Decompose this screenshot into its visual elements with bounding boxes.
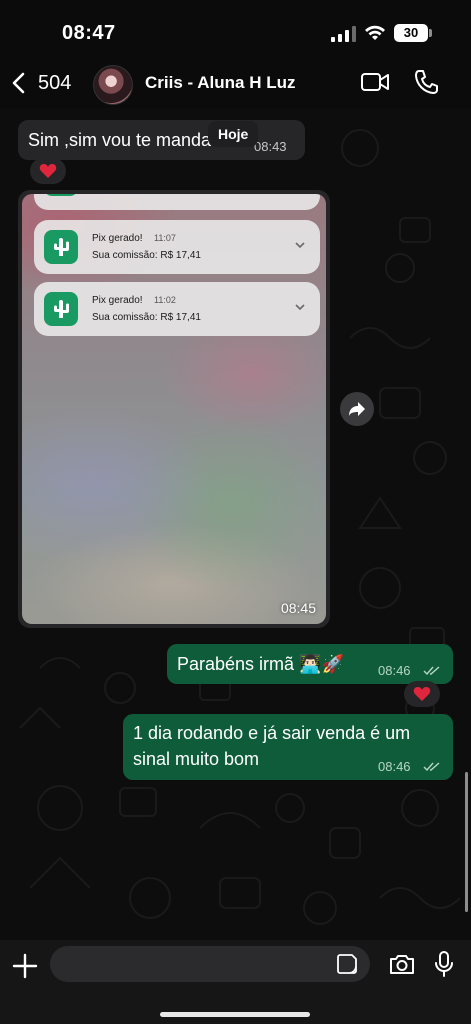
notification-time: 11:07 [154,233,176,243]
wifi-icon [365,25,385,40]
back-button[interactable]: 504 [10,68,80,98]
chevron-left-icon [12,72,25,94]
read-receipt-icon [423,762,440,772]
contact-name[interactable]: Criis - Aluna H Luz [145,73,296,93]
outgoing-message[interactable]: 1 dia rodando e já sair venda é um sinal… [123,714,453,780]
unread-count: 504 [38,71,72,94]
notification-time: 11:02 [154,295,176,305]
phone-call-icon[interactable] [413,68,439,96]
notification-partial [34,194,320,210]
outgoing-message[interactable]: Parabéns irmã 👨🏻‍💻🚀 08:46 [167,644,453,684]
scrollbar[interactable] [465,772,468,912]
date-chip: Hoje [208,121,259,147]
notification-card: Pix gerado! 11:07 Sua comissão: R$ 17,41 [34,220,320,274]
notification-card: Pix gerado! 11:02 Sua comissão: R$ 17,41 [34,282,320,336]
chat-area[interactable]: Sim ,sim vou te mandar 08:43 Hoje Pix ge… [0,108,471,940]
notification-subtitle: Sua comissão: R$ 17,41 [92,312,201,323]
microphone-icon[interactable] [434,950,454,978]
notification-title: Pix gerado! [92,295,143,306]
status-bar: 08:47 30 [0,0,471,58]
reaction-badge[interactable] [30,158,66,184]
media-time: 08:45 [280,600,316,616]
heart-icon [413,687,431,701]
battery-tip [429,29,432,37]
forward-icon [349,402,365,416]
notification-subtitle: Sua comissão: R$ 17,41 [92,250,201,261]
message-text: Parabéns irmã 👨🏻‍💻🚀 [177,654,344,674]
chevron-down-icon [295,304,305,311]
home-indicator [160,1012,310,1017]
chat-header: 504 Criis - Aluna H Luz [0,58,471,108]
incoming-message[interactable]: Sim ,sim vou te mandar 08:43 [18,120,305,160]
chevron-down-icon [295,242,305,249]
message-time: 08:46 [378,663,411,678]
read-receipt-icon [423,666,440,676]
incoming-media-message[interactable]: Pix gerado! 11:07 Sua comissão: R$ 17,41… [18,190,330,628]
message-time: 08:46 [378,759,411,774]
input-bar [0,940,471,1024]
sticker-icon[interactable] [336,953,358,975]
screenshot-image[interactable]: Pix gerado! 11:07 Sua comissão: R$ 17,41… [22,194,326,624]
app-icon [44,194,78,196]
plus-icon[interactable] [12,953,38,979]
forward-button[interactable] [340,392,374,426]
status-time: 08:47 [62,22,116,44]
reaction-badge[interactable] [404,681,440,707]
video-call-icon[interactable] [360,70,390,94]
camera-icon[interactable] [388,952,416,976]
message-input[interactable] [50,946,370,982]
notification-title: Pix gerado! [92,233,143,244]
heart-icon [39,164,57,178]
battery-indicator: 30 [394,24,428,42]
cellular-signal-icon [331,26,356,42]
cactus-app-icon [44,230,78,264]
message-time: 08:43 [254,139,287,154]
cactus-app-icon [44,292,78,326]
contact-avatar[interactable] [93,65,133,105]
message-text: Sim ,sim vou te mandar [28,130,218,150]
